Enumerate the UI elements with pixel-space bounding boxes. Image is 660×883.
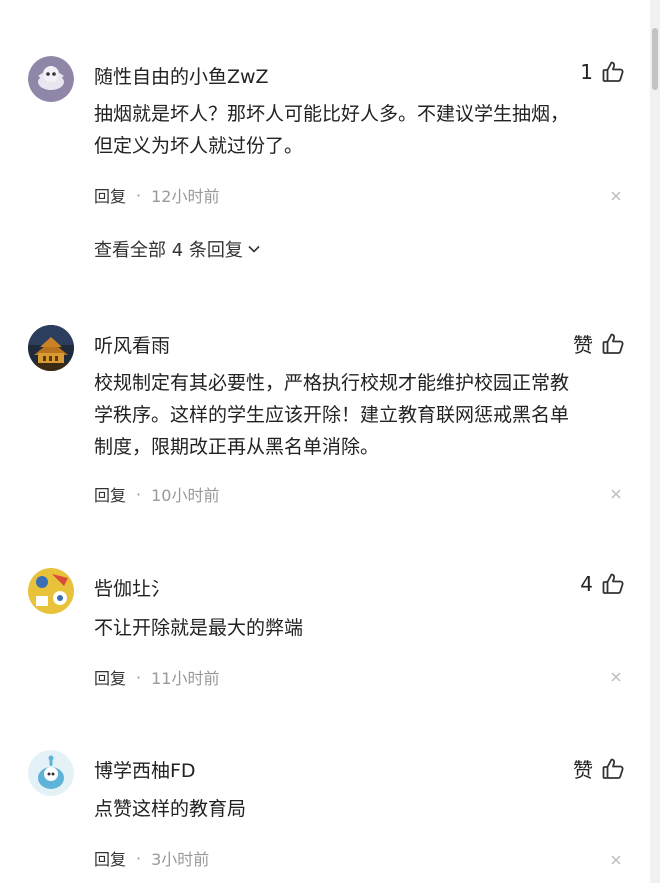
like-button[interactable]: 赞 — [573, 754, 625, 783]
username[interactable]: 博学西柚FD — [94, 756, 196, 783]
reply-button[interactable]: 回复 — [94, 482, 126, 506]
comment-meta: 回复 · 11小时前 — [94, 665, 219, 689]
chevron-down-icon — [248, 245, 260, 253]
username[interactable]: 呰伽圵氵 — [94, 574, 170, 601]
timestamp: 3小时前 — [151, 850, 210, 869]
like-count: 4 — [580, 572, 593, 596]
like-label: 赞 — [573, 333, 593, 357]
like-count: 1 — [580, 60, 593, 84]
comment-text: 点赞这样的教育局 — [94, 793, 624, 825]
close-icon[interactable] — [609, 487, 623, 501]
comment-meta: 回复 · 12小时前 — [94, 183, 219, 207]
like-label: 赞 — [573, 758, 593, 782]
comment-text-line: 不让开除就是最大的弊端 — [94, 617, 304, 639]
avatar[interactable] — [28, 325, 74, 371]
scrollbar[interactable] — [650, 0, 660, 883]
reply-button[interactable]: 回复 — [94, 846, 126, 870]
close-icon[interactable] — [609, 670, 623, 684]
timestamp: 11小时前 — [151, 669, 220, 688]
comment-meta: 回复 · 10小时前 — [94, 482, 219, 506]
thumbs-up-icon — [602, 758, 624, 779]
comment-text-line: 抽烟就是坏人？那坏人可能比好人多。不建议学生抽烟， — [94, 103, 570, 125]
reply-button[interactable]: 回复 — [94, 183, 126, 207]
comment-meta: 回复 · 3小时前 — [94, 846, 209, 870]
meta-separator: · — [136, 848, 142, 868]
meta-separator: · — [136, 185, 142, 205]
timestamp: 10小时前 — [151, 486, 220, 505]
username[interactable]: 随性自由的小鱼ZwZ — [94, 62, 269, 89]
avatar[interactable] — [28, 56, 74, 102]
comment-text: 抽烟就是坏人？那坏人可能比好人多。不建议学生抽烟， 但定义为坏人就过份了。 — [94, 98, 624, 162]
thumbs-up-icon — [602, 333, 624, 354]
comment-text-line: 但定义为坏人就过份了。 — [94, 135, 304, 157]
comment-text-line: 学秩序。这样的学生应该开除！建立教育联网惩戒黑名单 — [94, 404, 570, 426]
like-button[interactable]: 4 — [580, 572, 625, 596]
avatar[interactable] — [28, 750, 74, 796]
avatar[interactable] — [28, 568, 74, 614]
scrollbar-thumb[interactable] — [652, 28, 658, 90]
view-replies-label: 查看全部 4 条回复 — [94, 240, 243, 261]
comment-text: 校规制定有其必要性，严格执行校规才能维护校园正常教 学秩序。这样的学生应该开除！… — [94, 367, 624, 463]
close-icon[interactable] — [609, 853, 623, 867]
close-icon[interactable] — [609, 189, 623, 203]
comment-text: 不让开除就是最大的弊端 — [94, 612, 624, 644]
comment-text-line: 点赞这样的教育局 — [94, 798, 247, 820]
like-button[interactable]: 赞 — [573, 329, 625, 358]
meta-separator: · — [136, 667, 142, 687]
meta-separator: · — [136, 484, 142, 504]
thumbs-up-icon — [602, 573, 624, 594]
like-button[interactable]: 1 — [580, 60, 625, 84]
reply-button[interactable]: 回复 — [94, 665, 126, 689]
view-all-replies-link[interactable]: 查看全部 4 条回复 — [94, 236, 261, 262]
thumbs-up-icon — [602, 61, 624, 82]
comment-text-line: 制度，限期改正再从黑名单消除。 — [94, 436, 380, 458]
timestamp: 12小时前 — [151, 187, 220, 206]
username[interactable]: 听风看雨 — [94, 331, 170, 358]
comment-text-line: 校规制定有其必要性，严格执行校规才能维护校园正常教 — [94, 372, 570, 394]
